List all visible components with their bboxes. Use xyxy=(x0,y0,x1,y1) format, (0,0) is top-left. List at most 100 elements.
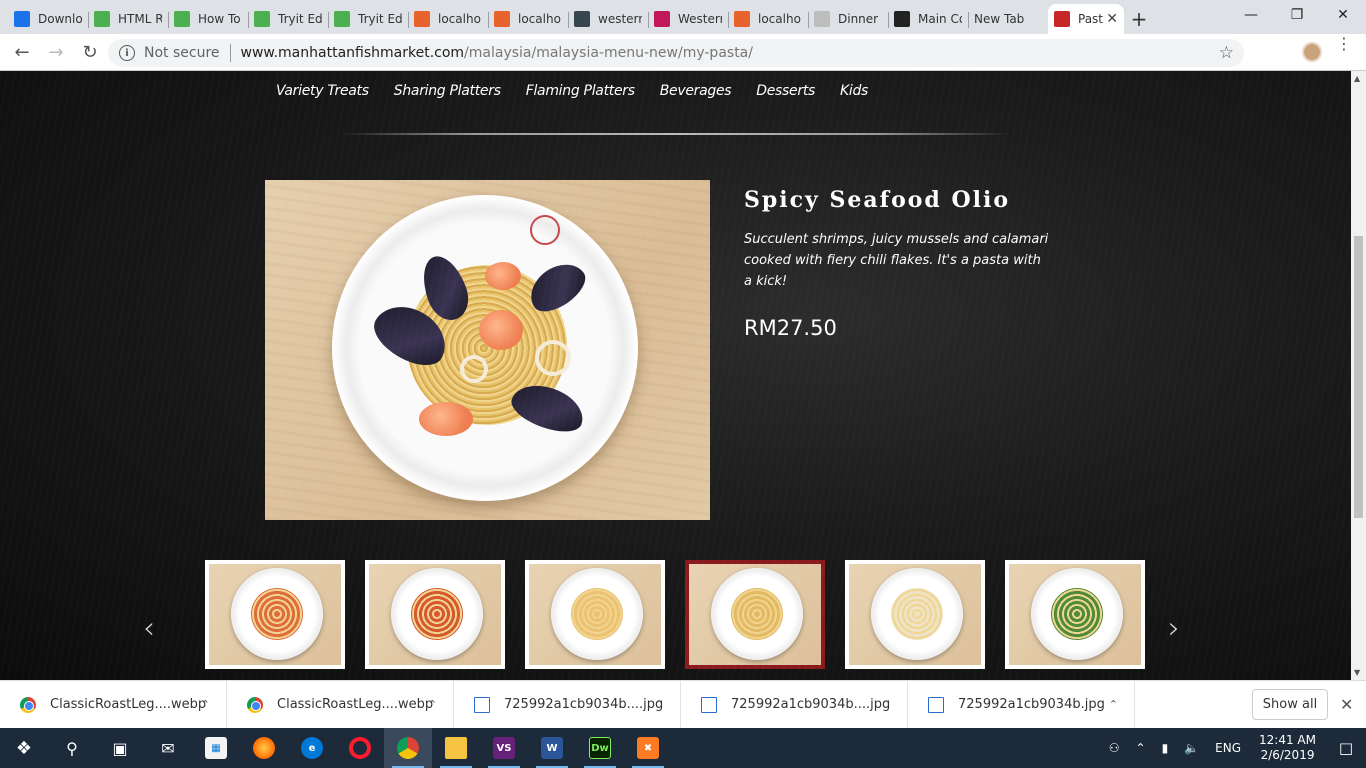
carousel-prev-icon[interactable]: ‹ xyxy=(143,611,155,646)
browser-tab[interactable]: localho xyxy=(408,4,488,34)
pasta-thumb-6[interactable] xyxy=(1005,560,1145,669)
download-options-icon[interactable]: ⌃ xyxy=(655,698,664,711)
pasta-thumb-4[interactable] xyxy=(685,560,825,669)
pasta-thumb-3[interactable] xyxy=(525,560,665,669)
browser-tab[interactable]: Downlo xyxy=(8,4,88,34)
visual-studio-icon[interactable]: VS xyxy=(480,728,528,768)
maximize-icon[interactable]: ❐ xyxy=(1274,0,1320,30)
back-icon[interactable]: ← xyxy=(6,36,38,68)
notifications-icon[interactable]: □ xyxy=(1326,728,1366,768)
carousel-next-icon[interactable]: › xyxy=(1168,611,1180,646)
thumbnail-food xyxy=(731,588,783,640)
category-link[interactable]: Sharing Platters xyxy=(394,83,501,99)
windows-taskbar: ❖ ⚲ ▣ ✉ ▦ e VS W Dw ✖ ⚇ ⌃ ▮ 🔈 ENG 12:41 … xyxy=(0,728,1366,768)
language-indicator[interactable]: ENG xyxy=(1215,741,1241,755)
task-view-icon[interactable]: ▣ xyxy=(96,728,144,768)
browser-tab[interactable]: New Tab xyxy=(968,4,1048,34)
download-item[interactable]: ClassicRoastLeg....webp ⌃ xyxy=(0,680,227,729)
thumbnail-food xyxy=(411,588,463,640)
image-file-icon xyxy=(701,696,717,713)
new-tab-icon[interactable]: + xyxy=(1124,4,1154,34)
xampp-taskbar-icon[interactable]: ✖ xyxy=(624,728,672,768)
scroll-down-icon[interactable]: ▼ xyxy=(1354,668,1360,677)
file-explorer-icon[interactable] xyxy=(432,728,480,768)
browser-tab[interactable]: Westerr xyxy=(648,4,728,34)
category-nav: Variety Treats Sharing Platters Flaming Pl… xyxy=(276,83,893,99)
category-link[interactable]: Flaming Platters xyxy=(526,83,635,99)
edge-icon[interactable]: e xyxy=(288,728,336,768)
browser-menu-icon[interactable]: ⋮ xyxy=(1336,36,1352,52)
pasta-thumb-2[interactable] xyxy=(365,560,505,669)
shrimp xyxy=(485,262,521,290)
scrollbar-thumb[interactable] xyxy=(1354,236,1363,518)
mail-icon[interactable]: ✉ xyxy=(144,728,192,768)
show-all-button[interactable]: Show all xyxy=(1252,689,1328,720)
category-link[interactable]: Kids xyxy=(840,83,868,99)
browser-tab[interactable]: Past ✕ xyxy=(1048,4,1124,34)
tab-title: How To xyxy=(198,12,241,26)
browser-tab[interactable]: HTML R xyxy=(88,4,168,34)
w3-icon xyxy=(254,11,270,27)
chrome-taskbar-icon[interactable] xyxy=(384,728,432,768)
category-link[interactable]: Beverages xyxy=(660,83,732,99)
profile-avatar[interactable] xyxy=(1302,42,1322,62)
dreamweaver-icon[interactable]: Dw xyxy=(576,728,624,768)
download-filename: ClassicRoastLeg....webp xyxy=(50,697,207,712)
browser-tab[interactable]: Tryit Ed xyxy=(328,4,408,34)
opera-icon[interactable] xyxy=(336,728,384,768)
download-options-icon[interactable]: ⌃ xyxy=(428,698,437,711)
search-icon[interactable]: ⚲ xyxy=(48,728,96,768)
minimize-icon[interactable]: — xyxy=(1228,0,1274,30)
forward-icon[interactable]: → xyxy=(40,36,72,68)
bookmark-star-icon[interactable]: ☆ xyxy=(1219,43,1234,63)
browser-tab[interactable]: Tryit Ed xyxy=(248,4,328,34)
browser-tab[interactable]: Dinner xyxy=(808,4,888,34)
download-item[interactable]: 725992a1cb9034b....jpg ⌃ xyxy=(681,680,908,729)
volume-icon[interactable]: 🔈 xyxy=(1184,741,1199,755)
download-bar: ClassicRoastLeg....webp ⌃ ClassicRoastLeg.… xyxy=(0,680,1366,729)
clock[interactable]: 12:41 AM 2/6/2019 xyxy=(1259,733,1316,763)
download-filename: 725992a1cb9034b....jpg xyxy=(731,697,891,712)
download-item[interactable]: ClassicRoastLeg....webp ⌃ xyxy=(227,680,454,729)
browser-tab[interactable]: localho xyxy=(728,4,808,34)
battery-icon[interactable]: ▮ xyxy=(1162,741,1169,755)
nav-divider xyxy=(340,133,1010,135)
download-item[interactable]: 725992a1cb9034b....jpg ⌃ xyxy=(454,680,681,729)
tab-title: Main Co xyxy=(918,12,962,26)
pasta-thumb-1[interactable] xyxy=(205,560,345,669)
close-window-icon[interactable]: ✕ xyxy=(1320,0,1366,30)
windows-start-icon[interactable]: ❖ xyxy=(0,728,48,768)
firefox-icon[interactable] xyxy=(240,728,288,768)
browser-tab[interactable]: western xyxy=(568,4,648,34)
category-link[interactable]: Variety Treats xyxy=(276,83,369,99)
download-options-icon[interactable]: ⌃ xyxy=(1109,698,1118,711)
security-label: Not secure xyxy=(144,45,220,61)
browser-tab[interactable]: Main Co xyxy=(888,4,968,34)
xampp-icon xyxy=(734,11,750,27)
page-scrollbar[interactable]: ▲ ▼ xyxy=(1351,71,1366,680)
browser-tab[interactable]: localho xyxy=(488,4,568,34)
people-icon[interactable]: ⚇ xyxy=(1109,741,1120,755)
close-tab-icon[interactable]: ✕ xyxy=(1106,11,1118,27)
browser-tab[interactable]: How To xyxy=(168,4,248,34)
thumbnail-image xyxy=(1009,564,1141,665)
image-icon xyxy=(814,11,830,27)
store-icon[interactable]: ▦ xyxy=(192,728,240,768)
tab-title: HTML R xyxy=(118,12,162,26)
close-downloads-icon[interactable]: ✕ xyxy=(1340,695,1353,714)
dish-image xyxy=(265,180,710,520)
scroll-up-icon[interactable]: ▲ xyxy=(1354,74,1360,83)
download-item[interactable]: 725992a1cb9034b.jpg ⌃ xyxy=(908,680,1135,729)
info-icon[interactable]: i xyxy=(119,45,135,61)
tray-expand-icon[interactable]: ⌃ xyxy=(1136,741,1146,755)
address-bar[interactable]: i Not secure www.manhattanfishmarket.com… xyxy=(108,39,1244,67)
download-options-icon[interactable]: ⌃ xyxy=(201,698,210,711)
url-path: /malaysia/malaysia-menu-new/my-pasta/ xyxy=(464,45,753,61)
fish-market-icon xyxy=(1054,11,1070,27)
thumbnail-image xyxy=(849,564,981,665)
pasta-thumb-5[interactable] xyxy=(845,560,985,669)
download-options-icon[interactable]: ⌃ xyxy=(882,698,891,711)
reload-icon[interactable]: ↻ xyxy=(74,36,106,68)
word-icon[interactable]: W xyxy=(528,728,576,768)
category-link[interactable]: Desserts xyxy=(756,83,815,99)
